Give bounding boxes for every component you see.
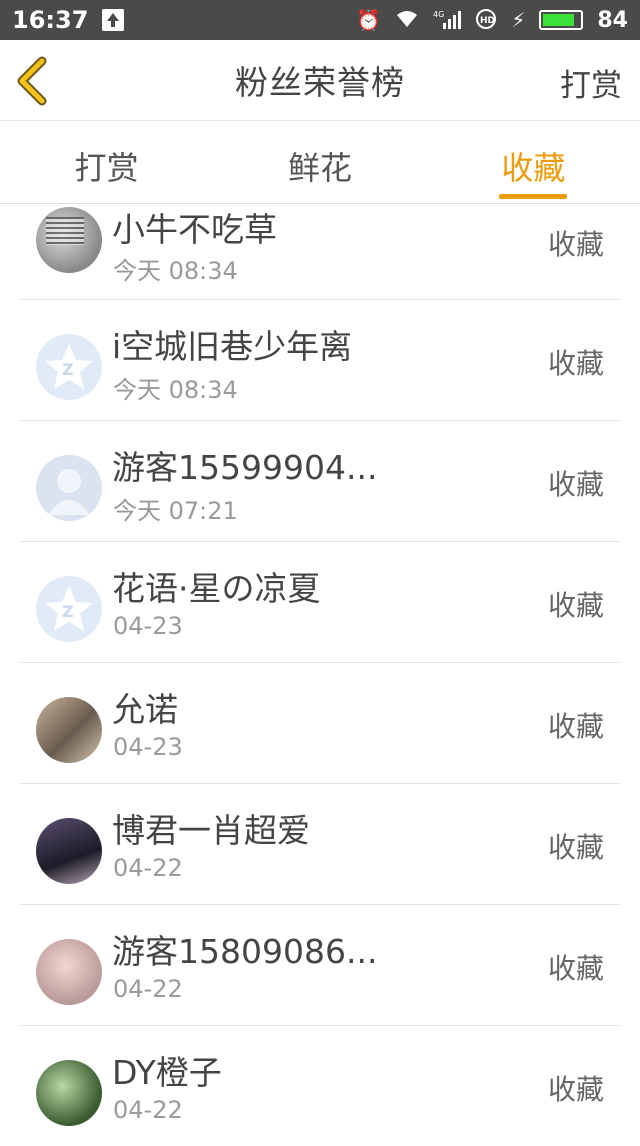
tab-label: 打赏 <box>74 149 139 187</box>
list-item[interactable]: 小牛不吃草 今天 08:34 收藏 <box>20 203 620 300</box>
fan-action: 收藏 <box>547 228 604 261</box>
page-title: 粉丝荣誉榜 <box>235 63 405 102</box>
list-item[interactable]: Z i空城旧巷少年离 今天 08:34 收藏 <box>20 300 620 421</box>
charging-icon: ⚡ <box>511 8 526 32</box>
list-item[interactable]: 博君一肖超爱 04-22 收藏 <box>20 784 620 905</box>
fan-name: DY橙子 <box>112 1053 222 1092</box>
fan-name: 允诺 <box>112 690 178 729</box>
tab-flowers[interactable]: 鲜花 <box>213 121 426 203</box>
fan-action: 收藏 <box>547 1073 604 1106</box>
fan-name: 游客15809086... <box>112 932 378 971</box>
battery-fill <box>543 14 574 26</box>
fan-action: 收藏 <box>547 589 604 622</box>
fan-name: 花语·星の凉夏 <box>112 569 321 608</box>
top-nav-bar: 粉丝荣誉榜 打赏 <box>0 40 640 121</box>
tab-favorites[interactable]: 收藏 <box>427 121 640 203</box>
avatar: Z <box>36 334 102 400</box>
list-item[interactable]: 游客15599904... 今天 07:21 收藏 <box>20 421 620 542</box>
avatar <box>36 697 102 763</box>
battery-icon <box>539 10 584 30</box>
fan-time: 今天 08:34 <box>113 257 238 285</box>
chevron-left-icon <box>17 56 47 106</box>
battery-percent: 84 <box>597 7 628 33</box>
fan-time: 今天 08:34 <box>113 376 238 404</box>
list-item[interactable]: 允诺 04-23 收藏 <box>20 663 620 784</box>
fan-list: 小牛不吃草 今天 08:34 收藏 Z i空城旧巷少年离 今天 08:34 收藏… <box>0 203 640 1146</box>
wifi-icon <box>395 9 419 32</box>
avatar <box>36 1060 102 1126</box>
back-button[interactable] <box>14 56 58 106</box>
network-label: 4G <box>433 10 444 19</box>
fan-action: 收藏 <box>547 831 604 864</box>
tab-reward[interactable]: 打赏 <box>0 121 213 203</box>
fan-time: 04-23 <box>113 612 183 640</box>
fan-action: 收藏 <box>547 952 604 985</box>
svg-text:Z: Z <box>62 360 74 379</box>
tab-label: 鲜花 <box>287 149 352 187</box>
tab-label: 收藏 <box>501 149 566 187</box>
active-tab-indicator <box>499 194 568 199</box>
status-icons: ⏰ 4G HD ⚡ 84 <box>356 8 628 33</box>
avatar <box>36 455 102 521</box>
avatar <box>36 939 102 1005</box>
fan-action: 收藏 <box>547 468 604 501</box>
fan-action: 收藏 <box>547 710 604 743</box>
status-bar: 16:37 ⏰ 4G HD ⚡ 84 <box>0 0 640 40</box>
status-time: 16:37 <box>12 6 89 34</box>
hd-icon: HD <box>475 8 497 33</box>
qq-star-icon: Z <box>45 586 93 631</box>
list-item[interactable]: Z 花语·星の凉夏 04-23 收藏 <box>20 542 620 663</box>
fan-action: 收藏 <box>547 347 604 380</box>
qq-star-icon: Z <box>45 344 93 389</box>
tab-bar: 打赏 鲜花 收藏 <box>0 121 640 204</box>
fan-time: 04-22 <box>113 975 183 1003</box>
svg-text:Z: Z <box>62 602 74 621</box>
reward-button[interactable]: 打赏 <box>560 60 622 105</box>
fan-time: 04-22 <box>113 854 183 882</box>
signal-icon: 4G <box>433 9 462 32</box>
list-item[interactable]: DY橙子 04-22 收藏 <box>20 1026 620 1146</box>
fan-name: 游客15599904... <box>112 448 378 487</box>
fan-time: 04-23 <box>113 733 183 761</box>
fan-name: i空城旧巷少年离 <box>112 327 353 366</box>
fan-time: 今天 07:21 <box>113 497 238 525</box>
avatar <box>36 207 102 273</box>
fan-time: 04-22 <box>113 1096 183 1124</box>
fan-name: 博君一肖超爱 <box>112 811 310 850</box>
fan-name: 小牛不吃草 <box>112 210 277 249</box>
user-silhouette-icon <box>48 469 90 515</box>
list-item[interactable]: 游客15809086... 04-22 收藏 <box>20 905 620 1026</box>
avatar: Z <box>36 576 102 642</box>
upload-icon <box>102 9 125 31</box>
alarm-icon: ⏰ <box>356 8 382 32</box>
svg-text:HD: HD <box>480 16 495 26</box>
avatar <box>36 818 102 884</box>
